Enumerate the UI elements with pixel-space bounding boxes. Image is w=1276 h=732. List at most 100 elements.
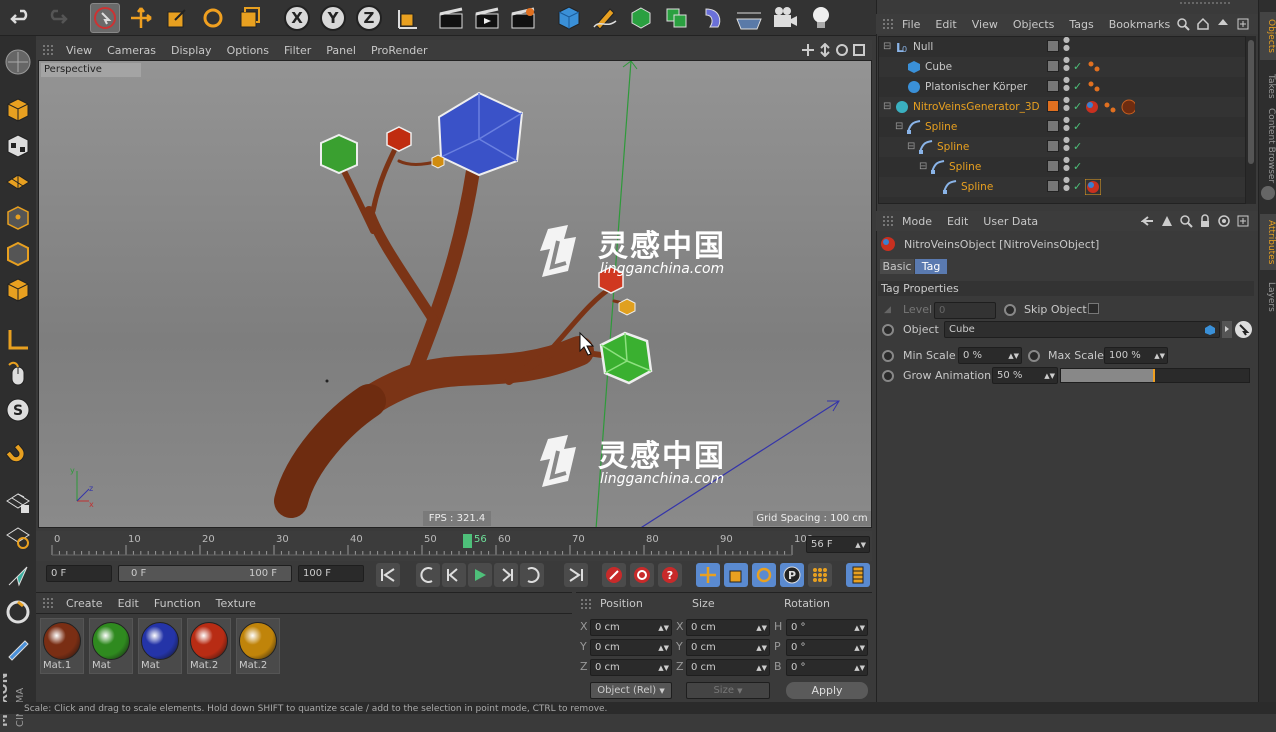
menu-prorender[interactable]: ProRender	[371, 44, 428, 57]
object-name[interactable]: Null	[913, 37, 933, 57]
axis-mode-button[interactable]	[2, 324, 33, 355]
object-row[interactable]: ⊟ NitroVeinsGenerator_3D ● ● ✓	[879, 96, 1245, 117]
min-scale-radio[interactable]	[882, 350, 894, 362]
key-position-button[interactable]	[696, 563, 720, 587]
layer-chip[interactable]	[1047, 140, 1059, 152]
enabled-check-icon[interactable]: ✓	[1073, 77, 1082, 97]
enabled-check-icon[interactable]: ✓	[1073, 177, 1082, 197]
redo-button[interactable]	[42, 3, 72, 33]
floor-object-button[interactable]	[734, 3, 764, 33]
menu-texture[interactable]: Texture	[216, 597, 256, 610]
side-tab-attributes[interactable]: Attributes	[1260, 214, 1276, 270]
snapping-button[interactable]: S	[2, 394, 33, 425]
render-view-button[interactable]	[436, 3, 466, 33]
y-axis-lock-button[interactable]: Y	[318, 3, 348, 33]
key-pla-button[interactable]	[808, 563, 832, 587]
polygons-mode-button[interactable]	[2, 274, 33, 305]
playhead-marker[interactable]	[463, 534, 472, 548]
record-keys-button[interactable]	[602, 563, 626, 587]
side-tab-objects[interactable]: Objects	[1260, 12, 1276, 60]
sculpt-button[interactable]	[2, 632, 33, 663]
layer-chip[interactable]	[1047, 100, 1059, 112]
workplane-mode-button[interactable]	[2, 166, 33, 197]
layer-chip[interactable]	[1047, 180, 1059, 192]
transform-tool-button[interactable]	[234, 3, 264, 33]
previous-frame-button[interactable]	[442, 563, 466, 587]
object-name[interactable]: NitroVeinsGenerator_3D	[913, 97, 1040, 117]
expand-toggle-icon[interactable]: ⊟	[895, 117, 903, 137]
object-name[interactable]: Spline	[925, 117, 957, 137]
side-tab-content-browser[interactable]: Content Browser	[1260, 108, 1276, 184]
expand-toggle-icon[interactable]: ⊟	[883, 37, 891, 57]
texture-mode-button[interactable]	[2, 130, 33, 161]
object-picker-button[interactable]	[1235, 321, 1252, 338]
undo-button[interactable]	[6, 3, 36, 33]
expand-toggle-icon[interactable]: ⊟	[919, 157, 927, 177]
subdivision-surface-button[interactable]	[626, 3, 656, 33]
light-object-button[interactable]	[806, 3, 836, 33]
previous-key-button[interactable]	[416, 563, 440, 587]
menu-view[interactable]: View	[972, 18, 998, 31]
visibility-dots[interactable]: ● ●	[1063, 156, 1070, 172]
material-tag-icon[interactable]	[1087, 60, 1101, 74]
key-parameter-button[interactable]: P	[780, 563, 804, 587]
dolly-icon[interactable]	[818, 43, 832, 57]
min-scale-field[interactable]: 0 % ▲▼	[958, 347, 1022, 364]
deformer-button[interactable]	[698, 3, 728, 33]
end-frame-field[interactable]: 100 F	[298, 565, 364, 582]
visibility-dots[interactable]: ● ●	[1063, 76, 1070, 92]
rotation-field[interactable]: 0 ° ▲▼	[786, 619, 868, 636]
menu-edit[interactable]: Edit	[935, 18, 956, 31]
pan-icon[interactable]	[801, 43, 815, 57]
spline-pen-button[interactable]	[590, 3, 620, 33]
move-tool-button[interactable]	[126, 3, 156, 33]
object-list[interactable]: ⊟ L0 Null ● ● Cube ● ● ✓ Platonischer Körp…	[878, 36, 1246, 204]
enabled-check-icon[interactable]: ✓	[1073, 117, 1082, 137]
workplane-align-button[interactable]	[2, 522, 33, 553]
live-selection-button[interactable]	[90, 3, 120, 33]
magnet-button[interactable]	[2, 440, 33, 471]
tab-basic[interactable]: Basic	[880, 259, 914, 274]
new-window-icon[interactable]	[1236, 214, 1250, 228]
object-row[interactable]: ⊟ Spline ● ● ✓	[879, 136, 1245, 157]
menu-file[interactable]: File	[902, 18, 920, 31]
go-to-end-button[interactable]	[564, 563, 588, 587]
points-mode-button[interactable]	[2, 202, 33, 233]
current-frame-field[interactable]: 56 F ▲▼	[806, 536, 870, 553]
grow-animation-slider-fill[interactable]	[1061, 369, 1155, 382]
size-field[interactable]: 0 cm ▲▼	[686, 639, 770, 656]
orbit-icon[interactable]	[835, 43, 849, 57]
new-window-icon[interactable]	[1236, 17, 1250, 31]
menu-options[interactable]: Options	[227, 44, 269, 57]
menu-view[interactable]: View	[66, 44, 92, 57]
back-arrow-icon[interactable]	[1141, 214, 1155, 228]
nitro-tag-icon[interactable]	[1085, 179, 1101, 195]
object-name[interactable]: Platonischer Körper	[925, 77, 1027, 97]
visibility-dots[interactable]: ● ●	[1063, 116, 1070, 132]
grow-animation-field[interactable]: 50 % ▲▼	[992, 367, 1058, 384]
play-button[interactable]	[468, 563, 492, 587]
menu-edit[interactable]: Edit	[118, 597, 139, 610]
side-tab-takes[interactable]: Takes	[1260, 70, 1276, 102]
coordinate-mode-dropdown[interactable]: Object (Rel) ▼	[590, 682, 672, 699]
menu-display[interactable]: Display	[171, 44, 212, 57]
search-icon[interactable]	[1176, 17, 1190, 31]
size-field[interactable]: 0 cm ▲▼	[686, 659, 770, 676]
keyframe-selection-button[interactable]: ?	[658, 563, 682, 587]
next-key-button[interactable]	[520, 563, 544, 587]
menu-filter[interactable]: Filter	[284, 44, 311, 57]
perspective-viewport[interactable]: Perspective y x z 灵感中国 lingganchina.com …	[38, 60, 872, 528]
object-row[interactable]: ⊟ Spline ● ● ✓	[879, 116, 1245, 137]
maximize-view-icon[interactable]	[852, 43, 866, 57]
cloner-button[interactable]	[662, 3, 692, 33]
layer-chip[interactable]	[1047, 40, 1059, 52]
key-scale-button[interactable]	[724, 563, 748, 587]
menu-user-data[interactable]: User Data	[983, 215, 1038, 228]
timeline-ruler[interactable]: 0 10 20 30 40 50 60 70 80 90 100 56 56 F ▲▼	[36, 531, 872, 561]
visibility-dots[interactable]: ● ●	[1063, 136, 1070, 152]
apply-button[interactable]: Apply	[786, 682, 868, 699]
scale-tool-button[interactable]	[162, 3, 192, 33]
material-swatch[interactable]: Mat	[89, 618, 133, 674]
autokey-button[interactable]	[630, 563, 654, 587]
visibility-dots[interactable]: ● ●	[1063, 37, 1070, 52]
